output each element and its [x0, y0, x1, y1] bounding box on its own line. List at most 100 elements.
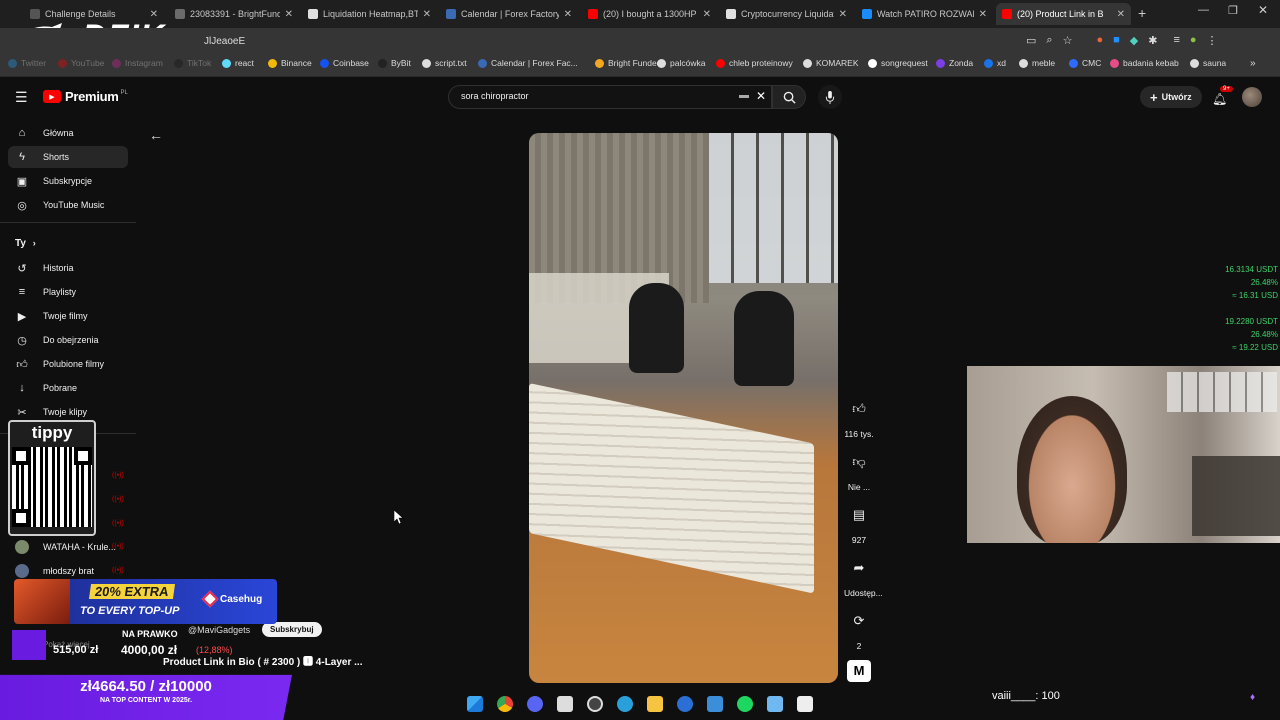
- extension-translate-icon[interactable]: ◆: [1130, 34, 1138, 47]
- bookmark-item[interactable]: ByBit: [378, 58, 411, 68]
- sidebar-item-music[interactable]: ◎ YouTube Music: [8, 194, 128, 216]
- keyboard-icon[interactable]: ▬: [739, 90, 749, 101]
- tab-close-icon[interactable]: ✕: [564, 9, 572, 20]
- search-input[interactable]: [459, 90, 723, 102]
- profile-avatar[interactable]: ●: [1190, 34, 1197, 47]
- tray-icon[interactable]: ♦: [1250, 692, 1255, 703]
- bookmark-item[interactable]: react: [222, 58, 254, 68]
- bookmark-item[interactable]: Instagram: [112, 58, 163, 68]
- new-tab-button[interactable]: +: [1138, 5, 1146, 21]
- browser-tab[interactable]: 23083391 - BrightFunde... ✕: [169, 3, 299, 25]
- sidebar-item-playlist[interactable]: ≡ Playlisty: [8, 281, 128, 303]
- bookmark-item[interactable]: songrequest: [868, 58, 928, 68]
- sidebar-item-video[interactable]: ▶ Twoje filmy: [8, 305, 128, 327]
- minimize-button[interactable]: —: [1198, 4, 1209, 16]
- bookmark-item[interactable]: badania kebab: [1110, 58, 1179, 68]
- action-thumbs-down[interactable]: 👎︎ Nie ...: [844, 448, 874, 492]
- bookmark-item[interactable]: TikTok: [174, 58, 211, 68]
- bookmark-item[interactable]: KOMAREK: [803, 58, 859, 68]
- bookmark-item[interactable]: script.txt: [422, 58, 467, 68]
- bookmark-item[interactable]: sauna: [1190, 58, 1226, 68]
- short-title[interactable]: Product Link in Bio ( # 2300 ) 🅸 4-Layer…: [163, 653, 363, 668]
- bookmark-item[interactable]: xd: [984, 58, 1006, 68]
- bookmark-item[interactable]: CMC: [1069, 58, 1101, 68]
- sidebar-item-subscriptions[interactable]: ▣ Subskrypcje: [8, 170, 128, 192]
- bookmark-item[interactable]: palcówka: [657, 58, 705, 68]
- reading-list-icon[interactable]: ≡: [1173, 34, 1179, 47]
- ccleaner-icon[interactable]: [677, 696, 693, 712]
- action-comment[interactable]: ▤ 927: [844, 501, 874, 545]
- browser-tab[interactable]: (20) Product Link in B ✕: [996, 3, 1131, 25]
- cast-icon[interactable]: ▭: [1026, 34, 1036, 47]
- tab-close-icon[interactable]: ✕: [839, 9, 847, 20]
- sidebar-item-download[interactable]: ↓ Pobrane: [8, 377, 128, 399]
- bookmark-item[interactable]: Binance: [268, 58, 312, 68]
- bookmark-item[interactable]: Bright Funded: [595, 58, 661, 68]
- clear-search-icon[interactable]: ✕: [756, 89, 766, 103]
- sidebar-item-clock[interactable]: ◷ Do obejrzenia: [8, 329, 128, 351]
- bookmark-label: TikTok: [187, 58, 212, 68]
- tab-close-icon[interactable]: ✕: [703, 9, 711, 20]
- notepad-icon[interactable]: [767, 696, 783, 712]
- extension-fox-icon[interactable]: ●: [1096, 34, 1103, 47]
- folder-icon[interactable]: [647, 696, 663, 712]
- browser-tab[interactable]: Calendar | Forex Factory ✕: [440, 3, 578, 25]
- app-icon[interactable]: [557, 696, 573, 712]
- search-box[interactable]: ▬ ✕: [448, 85, 772, 109]
- bookmark-item[interactable]: YouTube: [58, 58, 104, 68]
- bookmark-item[interactable]: Calendar | Forex Fac...: [478, 58, 578, 68]
- short-channel-handle[interactable]: @MaviGadgets: [188, 625, 250, 635]
- close-window-button[interactable]: ✕: [1258, 3, 1268, 17]
- bookmarks-overflow-icon[interactable]: »: [1250, 58, 1256, 69]
- maximize-button[interactable]: ❐: [1228, 4, 1238, 17]
- bookmark-item[interactable]: meble: [1019, 58, 1055, 68]
- sidebar-item-home[interactable]: ⌂ Główna: [8, 122, 128, 144]
- browser-tab[interactable]: (20) I bought a 1300HP N ✕: [582, 3, 717, 25]
- tab-close-icon[interactable]: ✕: [423, 9, 431, 20]
- sidebar-you-header[interactable]: Ty ›: [15, 238, 36, 249]
- star-icon[interactable]: ☆: [1063, 34, 1073, 47]
- action-thumbs-up[interactable]: 👍︎ 116 tys.: [844, 395, 874, 439]
- casehug-logo: Casehug: [201, 590, 262, 608]
- action-share[interactable]: ➦ Udostęp...: [844, 554, 883, 598]
- obs-icon[interactable]: [587, 696, 603, 712]
- create-button[interactable]: + Utwórz: [1140, 86, 1202, 108]
- youtube-logo[interactable]: ▶ Premium PL: [43, 89, 128, 104]
- browser-tab[interactable]: Watch PATIRO ROZWALA ✕: [856, 3, 993, 25]
- sidebar-item-shorts[interactable]: ϟ Shorts: [8, 146, 128, 168]
- tab-close-icon[interactable]: ✕: [1117, 9, 1125, 20]
- notifications-button[interactable]: 🔔︎ 9+: [1212, 86, 1233, 108]
- chrome-icon[interactable]: [497, 696, 513, 712]
- browser-tab[interactable]: Cryptocurrency Liquidatio ✕: [720, 3, 853, 25]
- bookmark-item[interactable]: Coinbase: [320, 58, 369, 68]
- tab-close-icon[interactable]: ✕: [285, 9, 293, 20]
- browser-tab[interactable]: Liquidation Heatmap,BTC ✕: [302, 3, 437, 25]
- tab-close-icon[interactable]: ✕: [979, 9, 987, 20]
- search-button[interactable]: [772, 85, 806, 109]
- tool-icon[interactable]: [707, 696, 723, 712]
- action-remix[interactable]: ⟳ 2: [844, 607, 874, 651]
- subscription-item[interactable]: WATAHA - Krule...: [8, 536, 128, 558]
- bookmark-item[interactable]: chleb proteinowy: [716, 58, 793, 68]
- browser-menu-icon[interactable]: ⋮: [1207, 34, 1218, 47]
- short-video-player[interactable]: [529, 133, 838, 683]
- sidebar-item-like[interactable]: 👍︎ Polubione filmy: [8, 353, 128, 375]
- spotify-icon[interactable]: [737, 696, 753, 712]
- extension-blue-icon[interactable]: ■: [1113, 34, 1120, 47]
- channel-badge[interactable]: M: [847, 660, 871, 682]
- bookmark-item[interactable]: Zonda: [936, 58, 973, 68]
- subscribe-button[interactable]: Subskrybuj: [262, 622, 322, 637]
- voice-search-button[interactable]: [818, 85, 842, 109]
- discord-icon[interactable]: [527, 696, 543, 712]
- windows-start-icon[interactable]: [467, 696, 483, 712]
- back-arrow-icon[interactable]: ←: [149, 127, 163, 143]
- sidebar-item-history[interactable]: ↺ Historia: [8, 257, 128, 279]
- media-icon[interactable]: [797, 696, 813, 712]
- hamburger-menu-icon[interactable]: ☰: [15, 89, 28, 106]
- bookmark-item[interactable]: Twitter: [8, 58, 46, 68]
- account-avatar[interactable]: [1242, 87, 1262, 107]
- telegram-icon[interactable]: [617, 696, 633, 712]
- extensions-icon[interactable]: ✱: [1148, 34, 1157, 47]
- url-text[interactable]: JlJeaoeE: [204, 36, 245, 47]
- zoom-icon[interactable]: ⌕: [1046, 34, 1052, 47]
